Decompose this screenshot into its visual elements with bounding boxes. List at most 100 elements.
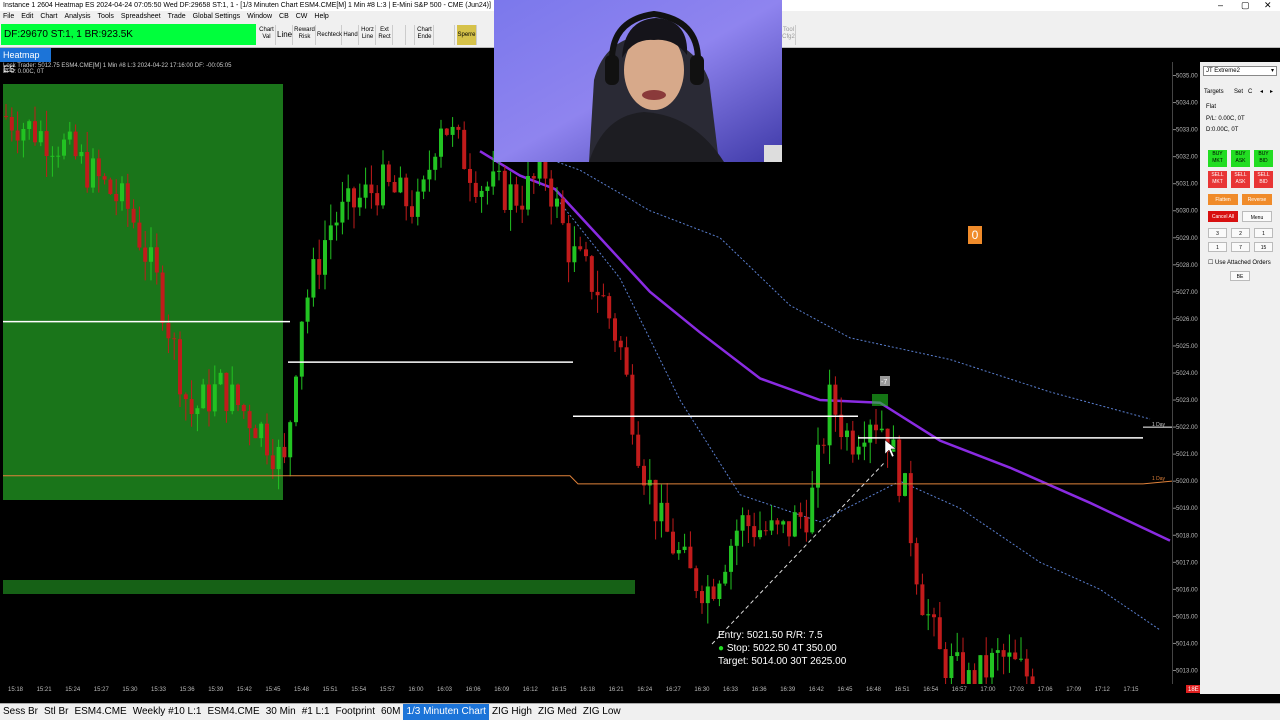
c-tab[interactable]: C (1248, 89, 1252, 95)
minimize-button[interactable]: – (1218, 0, 1223, 11)
toolbar-blank-button-3[interactable] (435, 25, 455, 45)
menu-item-cb[interactable]: CB (279, 13, 289, 20)
chart-tab[interactable]: ESM4.CME (204, 704, 262, 720)
buy-ask-button[interactable]: BUY ASK (1231, 150, 1250, 167)
be-button[interactable]: BE (1230, 271, 1250, 281)
menu-item-chart[interactable]: Chart (40, 13, 57, 20)
qty-button-5[interactable]: 7 (1231, 242, 1250, 252)
reward-risk-button[interactable]: Reward Risk (294, 25, 316, 45)
prev-arrow-icon[interactable]: ◂ (1260, 88, 1263, 95)
menu-item-spreadsheet[interactable]: Spreadsheet (121, 13, 161, 20)
candle-body (9, 116, 14, 131)
price-tick-label: 5015.00 (1176, 614, 1198, 620)
account-select[interactable]: JT Extreme2 ▾ (1203, 66, 1277, 76)
price-tick-label: 5026.00 (1176, 317, 1198, 323)
candle-body (508, 184, 513, 210)
rechteck-button[interactable]: Rechteck (317, 25, 342, 45)
use-attached-orders-checkbox[interactable]: ☐ Use Attached Orders (1208, 259, 1271, 266)
tool-cfg-button[interactable]: Tool Cfg2 (782, 25, 796, 45)
chart-tab[interactable]: 60M (378, 704, 403, 720)
chart-val-button[interactable]: Chart Val (258, 25, 276, 45)
chart-tab[interactable]: ZIG Low (580, 704, 624, 720)
chart-tab[interactable]: #1 L:1 (299, 704, 333, 720)
candle-body (439, 128, 443, 157)
chart-tab[interactable]: Weekly #10 L:1 (130, 704, 205, 720)
pl-readout: P/L: 0.00C, 0T (1206, 116, 1245, 122)
menu-item-analysis[interactable]: Analysis (64, 13, 90, 20)
toolbar-blank-button-2[interactable] (407, 25, 415, 45)
time-tick-label: 15:42 (237, 687, 253, 693)
candle-body (299, 321, 304, 377)
price-tick-label: 5013.00 (1176, 668, 1198, 674)
chart-tab[interactable]: 1/3 Minuten Chart (403, 704, 489, 720)
hand-tool-button[interactable]: Hand (343, 25, 359, 45)
set-tab[interactable]: Set (1234, 89, 1243, 95)
horz-line-button[interactable]: Horz Line (360, 25, 376, 45)
menu-item-cw[interactable]: CW (296, 13, 308, 20)
qty-button-4[interactable]: 1 (1208, 242, 1227, 252)
vwap-line (479, 150, 1171, 542)
qty-button-1[interactable]: 3 (1208, 228, 1227, 238)
targets-tab[interactable]: Targets (1204, 89, 1224, 95)
qty-button-6[interactable]: 15 (1254, 242, 1273, 252)
candle-body (50, 155, 55, 157)
chart-tab[interactable]: Sess Br (0, 704, 41, 720)
candle-body (589, 256, 594, 292)
buy-bid-button[interactable]: BUY BID (1254, 150, 1273, 167)
buy-mkt-button[interactable]: BUY MKT (1208, 150, 1227, 167)
time-tick-label: 15:27 (94, 687, 110, 693)
candle-body (96, 158, 101, 177)
time-tick-label: 16:42 (809, 687, 825, 693)
heatmap-es-label[interactable]: Heatmap ES (0, 48, 51, 74)
menu-item-edit[interactable]: Edit (21, 13, 33, 20)
menu-item-global-settings[interactable]: Global Settings (193, 13, 240, 20)
menu-item-window[interactable]: Window (247, 13, 272, 20)
menu-button[interactable]: Menu (1242, 211, 1272, 222)
price-tick-label: 5032.00 (1176, 155, 1198, 161)
qty-button-2[interactable]: 2 (1231, 228, 1250, 238)
qty-button-3[interactable]: 1 (1254, 228, 1273, 238)
chart-tab[interactable]: ZIG High (489, 704, 535, 720)
chart-tab[interactable]: Footprint (333, 704, 378, 720)
sperre-button[interactable]: Sperre (457, 25, 477, 45)
candle-body (166, 323, 171, 339)
maximize-button[interactable]: ▢ (1241, 0, 1250, 11)
reverse-button[interactable]: Reverse (1242, 194, 1272, 205)
candle-body (276, 446, 281, 470)
candle-body (636, 434, 641, 466)
time-tick-label: 15:24 (65, 687, 81, 693)
ext-rect-button[interactable]: Ext Rect (377, 25, 393, 45)
candle-body (131, 208, 136, 223)
candle-body (462, 129, 467, 169)
candle-body (618, 340, 623, 348)
chart-tab[interactable]: ESM4.CME (71, 704, 129, 720)
time-tick-label: 16:39 (780, 687, 796, 693)
sell-bid-button[interactable]: SELL BID (1254, 171, 1273, 188)
chart-tab[interactable]: ZIG Med (535, 704, 580, 720)
candle-body (328, 225, 333, 241)
menu-item-file[interactable]: File (3, 13, 14, 20)
chart-ende-button[interactable]: Chart Ende (416, 25, 434, 45)
toolbar-blank-button-1[interactable] (394, 25, 406, 45)
chart-tab[interactable]: 30 Min (263, 704, 299, 720)
chart-tab[interactable]: Stl Br (41, 704, 71, 720)
time-tick-label: 15:54 (351, 687, 367, 693)
menu-item-help[interactable]: Help (314, 13, 328, 20)
position-badge: 0 (968, 226, 982, 244)
candle-body (398, 177, 403, 193)
candle-body (949, 656, 954, 679)
close-button[interactable]: ✕ (1264, 0, 1272, 11)
menu-item-trade[interactable]: Trade (168, 13, 186, 20)
time-tick-label: 15:48 (294, 687, 310, 693)
line-tool-button[interactable]: Line (277, 25, 293, 45)
candle-body (827, 384, 832, 446)
next-arrow-icon[interactable]: ▸ (1270, 88, 1273, 95)
flatten-button[interactable]: Flatten (1208, 194, 1238, 205)
sell-mkt-button[interactable]: SELL MKT (1208, 171, 1227, 188)
sell-ask-button[interactable]: SELL ASK (1231, 171, 1250, 188)
candle-body (143, 247, 148, 262)
cancel-all-button[interactable]: Cancel All (1208, 211, 1238, 222)
candle-body (920, 584, 925, 616)
candle-body (514, 184, 519, 206)
menu-item-tools[interactable]: Tools (98, 13, 114, 20)
